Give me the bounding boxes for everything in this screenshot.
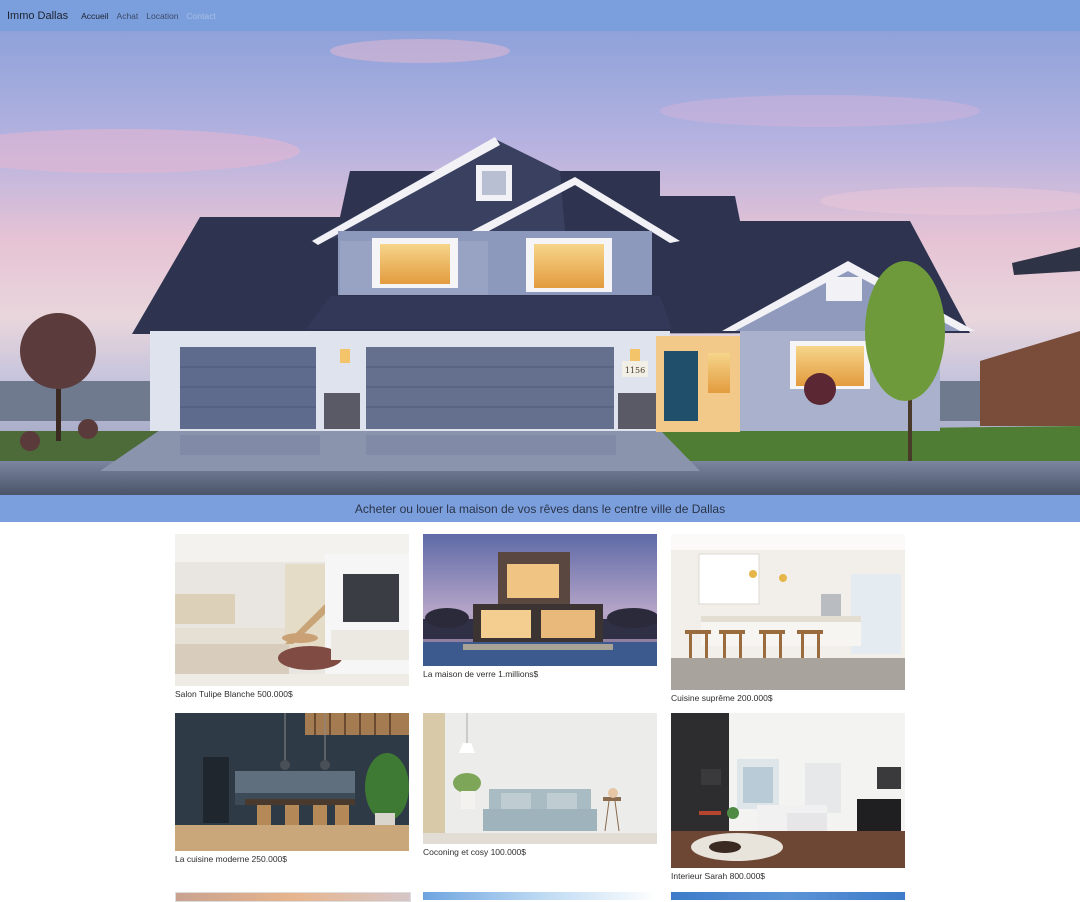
listing-photo-kitchen[interactable] [671,534,905,690]
listing-photo-partial[interactable] [423,892,657,900]
listing-card[interactable]: Interieur Sarah 800.000$ [671,713,905,881]
listing-photo-partial[interactable] [175,892,411,902]
svg-text:1156: 1156 [625,366,645,375]
listing-photo-glass-house[interactable] [423,534,657,666]
listing-caption: Coconing et cosy 100.000$ [423,847,527,857]
listing-photo-salon[interactable] [175,534,409,686]
listing-card[interactable]: Coconing et cosy 100.000$ [423,713,657,857]
nav-link-contact: Contact [186,10,216,21]
hero-house-image: 1156 [0,31,1080,495]
hero-tagline: Acheter ou louer la maison de vos rêves … [0,495,1080,522]
listing-card[interactable]: Cuisine suprême 200.000$ [671,534,905,703]
brand-link[interactable]: Immo Dallas [7,10,68,22]
listing-photo-partial[interactable] [671,892,905,900]
listing-photo-interior-sarah[interactable] [671,713,905,868]
listing-card[interactable]: La maison de verre 1.millions$ [423,534,657,679]
listing-card[interactable]: La cuisine moderne 250.000$ [175,713,409,864]
nav-link-achat[interactable]: Achat [117,11,139,21]
listing-card[interactable]: Salon Tulipe Blanche 500.000$ [175,534,409,699]
listing-caption: Cuisine suprême 200.000$ [671,693,773,703]
nav-link-location[interactable]: Location [146,11,178,21]
listing-caption: Interieur Sarah 800.000$ [671,871,766,881]
nav-link-accueil[interactable]: Accueil [81,11,108,21]
listing-caption: La maison de verre 1.millions$ [423,669,539,679]
listing-photo-modern-kitchen[interactable] [175,713,409,851]
listing-caption: Salon Tulipe Blanche 500.000$ [175,689,293,699]
listing-photo-cosy-living[interactable] [423,713,657,844]
navbar: Immo Dallas Accueil Achat Location Conta… [0,0,1080,31]
listing-caption: La cuisine moderne 250.000$ [175,854,287,864]
